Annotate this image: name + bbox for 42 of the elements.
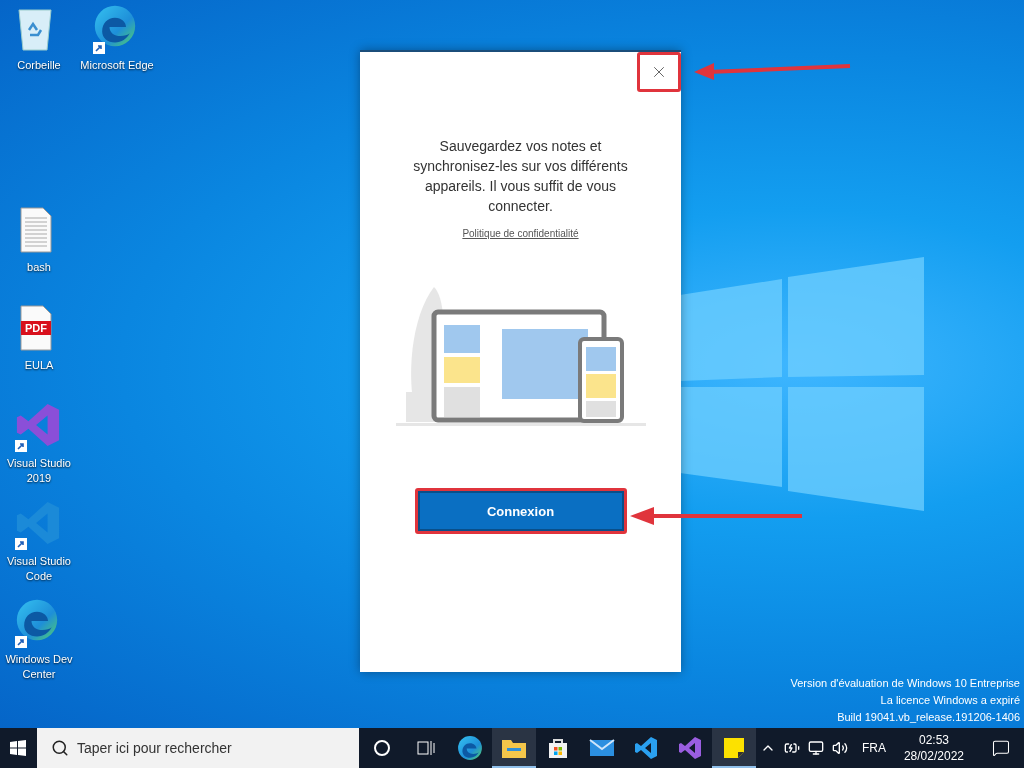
vs-code-icon [15, 500, 61, 546]
mail-icon [588, 738, 615, 758]
desktop-icon-label[interactable]: Windows Dev Center [2, 652, 76, 682]
shortcut-arrow-icon [15, 538, 27, 550]
volume-icon [831, 740, 848, 756]
desktop-icon-label[interactable]: Corbeille [2, 58, 76, 73]
edition-watermark-text: La licence Windows a expiré [880, 693, 1020, 708]
visual-studio-icon [677, 736, 702, 760]
shortcut-arrow-icon [15, 636, 27, 648]
network-icon [807, 740, 824, 756]
edge-icon [15, 598, 59, 642]
desktop-icon-label[interactable]: Visual Studio Code [2, 554, 76, 584]
edition-watermark-text: Version d'évaluation de Windows 10 Entreprise [790, 676, 1020, 691]
edge-icon [456, 735, 483, 761]
shortcut-arrow-icon [15, 440, 27, 452]
taskbar-app-button[interactable] [711, 728, 756, 768]
visual-studio-icon [15, 402, 61, 448]
clock-date[interactable]: 28/02/2022 [903, 748, 964, 764]
battery-icon [783, 740, 800, 756]
shortcut-arrow-icon [93, 42, 105, 54]
desktop-icon-label[interactable]: Microsoft Edge [80, 58, 154, 73]
sign-in-button[interactable]: Connexion [417, 491, 624, 531]
edge-icon [93, 4, 137, 48]
desktop-icon-label[interactable]: EULA [2, 358, 76, 373]
folder-icon [500, 737, 527, 759]
input-language[interactable]: FRA [851, 741, 896, 755]
edition-watermark-text: Build 19041.vb_release.191206-1406 [837, 710, 1020, 725]
circle-icon [372, 739, 391, 757]
clock-time[interactable]: 02:53 [918, 732, 949, 748]
taskbar-app-button[interactable] [491, 728, 536, 768]
search-field[interactable]: Taper ici pour rechercher [36, 728, 359, 768]
desktop-icon-label[interactable]: bash [2, 260, 76, 275]
windows-icon [10, 740, 27, 756]
desktop-icon-label[interactable]: Visual Studio 2019 [2, 456, 76, 486]
sign-in-message: Sauvegardez vos notes et synchronisez-les sur vos différents appareils. Il vous suffit de vous connecter. [412, 137, 629, 216]
vs-code-icon [633, 736, 658, 760]
privacy-link[interactable]: Politique de confidentialité [462, 228, 579, 239]
search-icon [50, 739, 69, 757]
pdf-badge: PDF [21, 321, 51, 335]
notification-icon [992, 739, 1010, 757]
sticky-note-icon [721, 736, 746, 760]
task-view-icon [415, 739, 436, 757]
